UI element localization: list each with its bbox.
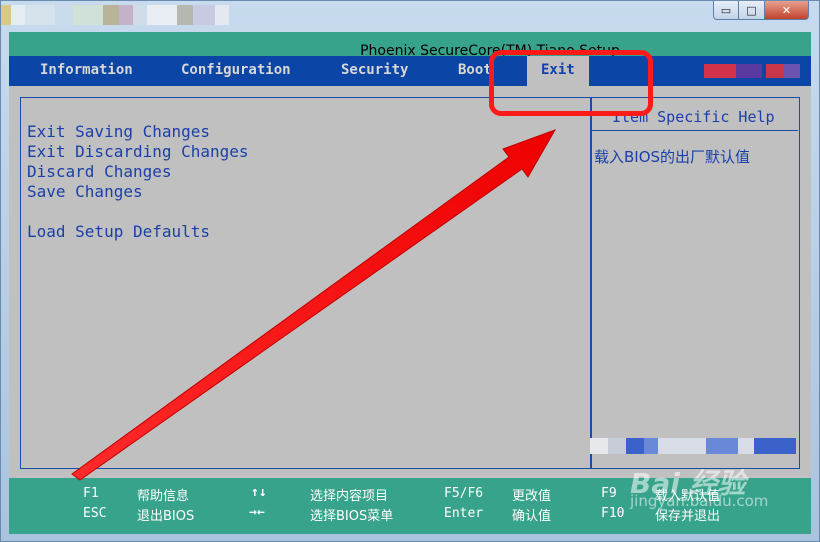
- arrow-shape: [71, 129, 557, 481]
- annotation-arrow-icon: [71, 129, 557, 481]
